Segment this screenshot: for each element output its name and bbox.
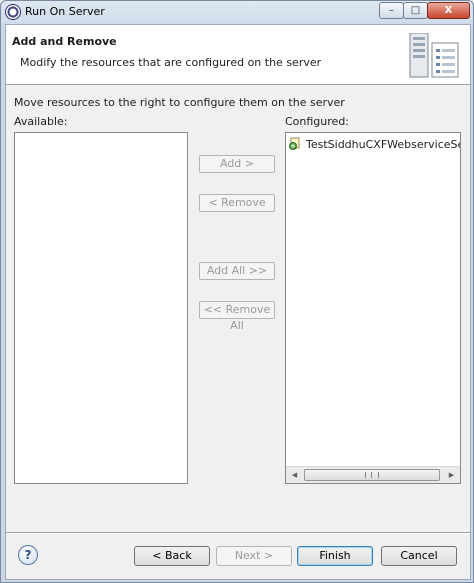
close-button[interactable]: X [427, 2, 470, 19]
available-list[interactable] [14, 132, 188, 484]
wizard-banner: Add and Remove Modify the resources that… [6, 25, 470, 85]
maximize-button[interactable]: □ [403, 2, 428, 19]
eclipse-icon [5, 4, 21, 20]
cancel-button[interactable]: Cancel [381, 546, 457, 566]
instruction-text: Move resources to the right to configure… [14, 96, 345, 109]
dialog-client-area: Add and Remove Modify the resources that… [5, 24, 471, 580]
horizontal-scrollbar[interactable]: ◀ ▶ [286, 466, 460, 483]
scroll-right-icon[interactable]: ▶ [443, 467, 460, 483]
page-title: Add and Remove [12, 35, 117, 48]
scrollbar-thumb[interactable] [304, 469, 440, 481]
configured-label: Configured: [285, 115, 350, 128]
grip-icon [365, 472, 379, 478]
help-icon[interactable]: ? [18, 545, 38, 565]
window-title: Run On Server [25, 5, 105, 18]
remove-all-button[interactable]: << Remove All [199, 301, 275, 332]
page-description: Modify the resources that are configured… [20, 56, 322, 69]
run-on-server-window: Run On Server – □ X Add and Remove Modif… [0, 0, 474, 583]
remove-button[interactable]: < Remove [199, 194, 275, 212]
scroll-left-icon[interactable]: ◀ [286, 467, 303, 483]
add-button[interactable]: Add > [199, 155, 275, 173]
minimize-button[interactable]: – [379, 2, 404, 19]
configured-list[interactable]: TestSiddhuCXFWebserviceSer ◀ ▶ [285, 132, 461, 484]
title-bar[interactable]: Run On Server – □ X [1, 1, 473, 23]
configured-item[interactable]: TestSiddhuCXFWebserviceSer [306, 138, 460, 151]
web-project-icon [289, 137, 300, 150]
footer-separator [6, 532, 470, 534]
server-page-icon [409, 33, 459, 78]
next-button[interactable]: Next > [216, 546, 292, 566]
finish-button[interactable]: Finish [297, 546, 373, 566]
add-all-button[interactable]: Add All >> [199, 262, 275, 280]
available-label: Available: [14, 115, 68, 128]
back-button[interactable]: < Back [134, 546, 210, 566]
